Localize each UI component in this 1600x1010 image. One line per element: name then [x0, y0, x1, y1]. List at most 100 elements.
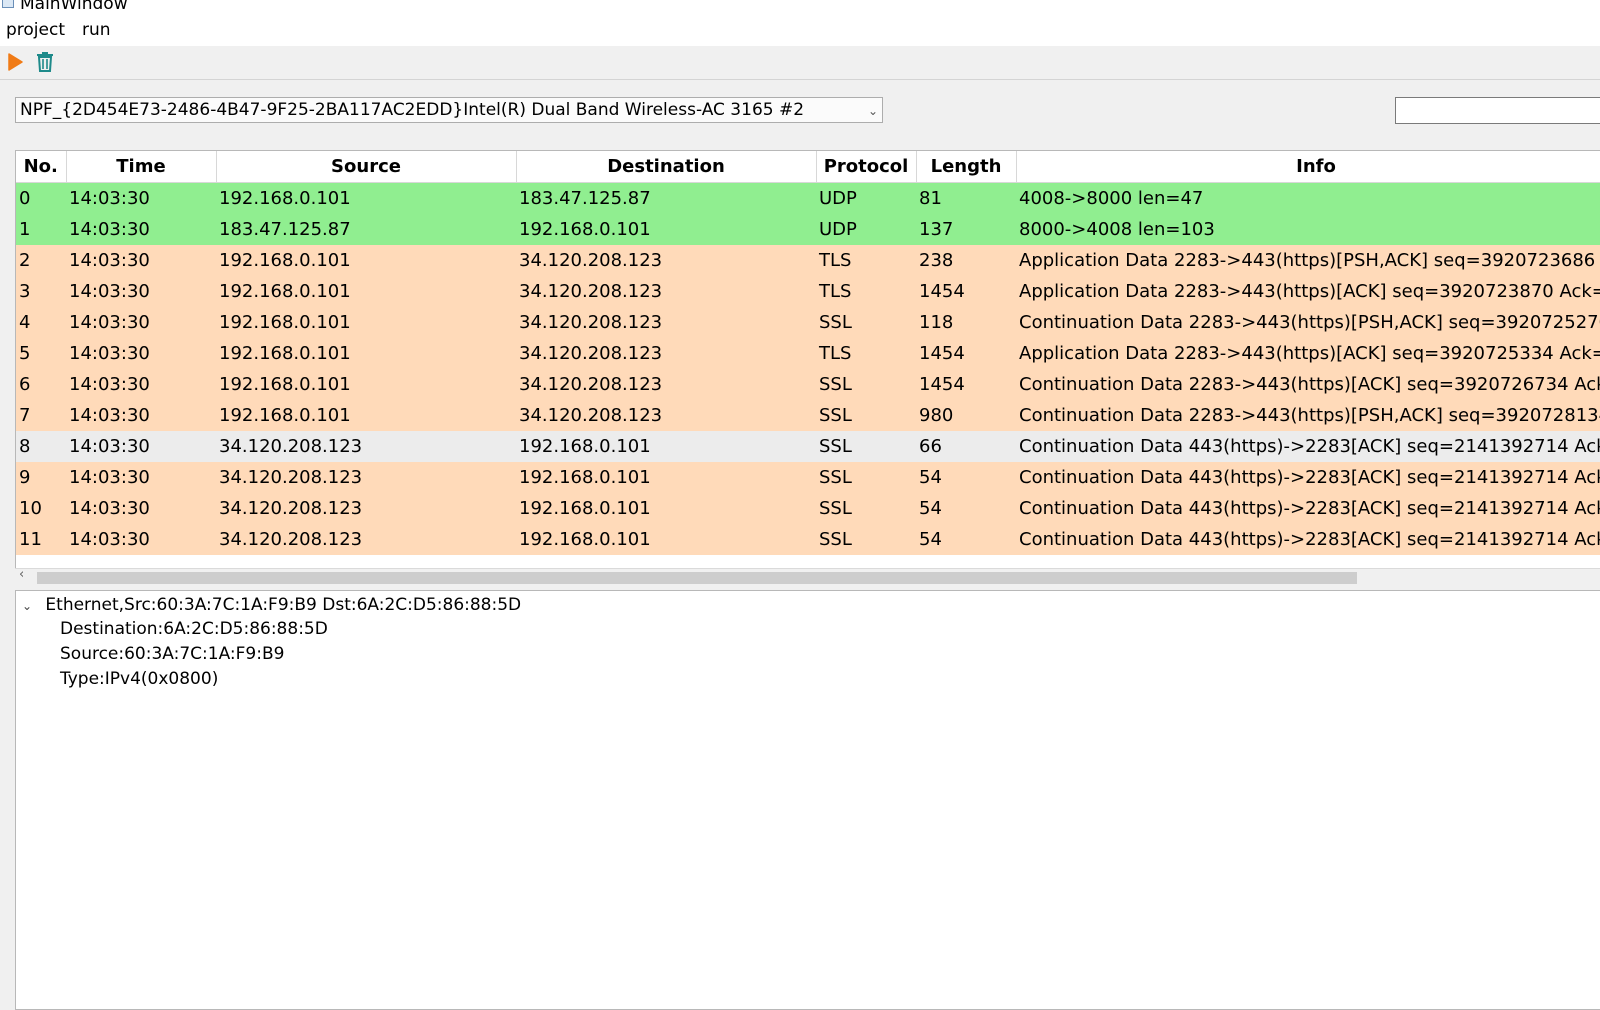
- cell-protocol: UDP: [816, 182, 916, 214]
- table-row[interactable]: 7 14:03:30 192.168.0.101 34.120.208.123 SSL 9…: [16, 400, 1600, 431]
- cell-length: 1454: [916, 369, 1016, 400]
- cell-destination: 34.120.208.123: [516, 307, 816, 338]
- table-row[interactable]: 0 14:03:30 192.168.0.101 183.47.125.87 UDP 81…: [16, 182, 1600, 214]
- device-select[interactable]: NPF_{2D454E73-2486-4B47-9F25-2BA117AC2ED…: [15, 97, 883, 123]
- clear-button[interactable]: [33, 50, 57, 74]
- menu-run[interactable]: run: [80, 20, 113, 40]
- cell-protocol: SSL: [816, 524, 916, 555]
- table-row[interactable]: 8 14:03:30 34.120.208.123 192.168.0.101 SSL 6…: [16, 431, 1600, 462]
- column-header-protocol[interactable]: Protocol: [816, 151, 917, 183]
- table-row[interactable]: 11 14:03:30 34.120.208.123 192.168.0.101 SSL…: [16, 524, 1600, 555]
- cell-source: 192.168.0.101: [216, 400, 516, 431]
- cell-info: Application Data 2283->443(https)[ACK] s…: [1016, 338, 1600, 369]
- column-header-time[interactable]: Time: [66, 151, 217, 183]
- scroll-left-icon[interactable]: ‹: [19, 567, 24, 582]
- cell-no: 3: [16, 276, 66, 307]
- cell-no: 4: [16, 307, 66, 338]
- table-row[interactable]: 2 14:03:30 192.168.0.101 34.120.208.123 TLS 2…: [16, 245, 1600, 276]
- cell-protocol: SSL: [816, 431, 916, 462]
- cell-time: 14:03:30: [66, 182, 216, 214]
- cell-protocol: UDP: [816, 214, 916, 245]
- cell-protocol: SSL: [816, 462, 916, 493]
- column-header-info[interactable]: Info: [1016, 151, 1600, 183]
- cell-source: 192.168.0.101: [216, 338, 516, 369]
- table-row[interactable]: 4 14:03:30 192.168.0.101 34.120.208.123 SSL 1…: [16, 307, 1600, 338]
- cell-no: 7: [16, 400, 66, 431]
- cell-info: Continuation Data 2283->443(https)[PSH,A…: [1016, 400, 1600, 431]
- cell-info: Continuation Data 443(https)->2283[ACK] …: [1016, 431, 1600, 462]
- cell-source: 34.120.208.123: [216, 431, 516, 462]
- cell-no: 9: [16, 462, 66, 493]
- cell-length: 980: [916, 400, 1016, 431]
- cell-source: 192.168.0.101: [216, 182, 516, 214]
- cell-length: 238: [916, 245, 1016, 276]
- cell-no: 0: [16, 182, 66, 214]
- table-row[interactable]: 6 14:03:30 192.168.0.101 34.120.208.123 SSL 1…: [16, 369, 1600, 400]
- cell-info: Continuation Data 2283->443(https)[PSH,A…: [1016, 307, 1600, 338]
- cell-info: 8000->4008 len=103: [1016, 214, 1600, 245]
- cell-no: 6: [16, 369, 66, 400]
- cell-no: 2: [16, 245, 66, 276]
- cell-destination: 34.120.208.123: [516, 369, 816, 400]
- app-icon: [2, 0, 14, 8]
- cell-destination: 34.120.208.123: [516, 338, 816, 369]
- table-row[interactable]: 10 14:03:30 34.120.208.123 192.168.0.101 SSL…: [16, 493, 1600, 524]
- menu-bar: project run: [0, 14, 1600, 46]
- table-row[interactable]: 9 14:03:30 34.120.208.123 192.168.0.101 SSL 5…: [16, 462, 1600, 493]
- cell-destination: 192.168.0.101: [516, 462, 816, 493]
- play-icon: [8, 53, 23, 71]
- tree-node-source[interactable]: Source:60:3A:7C:1A:F9:B9: [60, 644, 284, 664]
- filter-input[interactable]: [1395, 97, 1600, 124]
- cell-info: Continuation Data 2283->443(https)[ACK] …: [1016, 369, 1600, 400]
- start-capture-button[interactable]: [3, 50, 27, 74]
- horizontal-scrollbar[interactable]: ‹: [15, 567, 1600, 585]
- cell-source: 34.120.208.123: [216, 524, 516, 555]
- cell-info: 4008->8000 len=47: [1016, 182, 1600, 214]
- cell-time: 14:03:30: [66, 214, 216, 245]
- cell-destination: 192.168.0.101: [516, 493, 816, 524]
- cell-time: 14:03:30: [66, 493, 216, 524]
- packet-detail-tree: ⌄ Ethernet,Src:60:3A:7C:1A:F9:B9 Dst:6A:…: [15, 590, 1600, 1010]
- menu-project[interactable]: project: [4, 20, 67, 40]
- cell-source: 34.120.208.123: [216, 493, 516, 524]
- device-select-value: NPF_{2D454E73-2486-4B47-9F25-2BA117AC2ED…: [20, 100, 805, 120]
- cell-protocol: SSL: [816, 307, 916, 338]
- tree-node-destination[interactable]: Destination:6A:2C:D5:86:88:5D: [60, 619, 328, 639]
- cell-no: 8: [16, 431, 66, 462]
- window-title: MainWindow: [20, 0, 128, 14]
- table-row[interactable]: 1 14:03:30 183.47.125.87 192.168.0.101 UDP 13…: [16, 214, 1600, 245]
- cell-info: Continuation Data 443(https)->2283[ACK] …: [1016, 524, 1600, 555]
- cell-destination: 192.168.0.101: [516, 214, 816, 245]
- cell-info: Continuation Data 443(https)->2283[ACK] …: [1016, 493, 1600, 524]
- capture-controls: NPF_{2D454E73-2486-4B47-9F25-2BA117AC2ED…: [0, 80, 1600, 144]
- cell-time: 14:03:30: [66, 276, 216, 307]
- cell-length: 54: [916, 493, 1016, 524]
- table-row[interactable]: 3 14:03:30 192.168.0.101 34.120.208.123 TLS 1…: [16, 276, 1600, 307]
- column-header-destination[interactable]: Destination: [516, 151, 817, 183]
- cell-time: 14:03:30: [66, 338, 216, 369]
- column-header-source[interactable]: Source: [216, 151, 517, 183]
- cell-destination: 34.120.208.123: [516, 245, 816, 276]
- cell-source: 192.168.0.101: [216, 276, 516, 307]
- toolbar: [0, 46, 1600, 80]
- column-header-no[interactable]: No.: [16, 151, 67, 183]
- cell-time: 14:03:30: [66, 462, 216, 493]
- cell-source: 192.168.0.101: [216, 369, 516, 400]
- cell-time: 14:03:30: [66, 307, 216, 338]
- cell-no: 11: [16, 524, 66, 555]
- column-header-length[interactable]: Length: [916, 151, 1017, 183]
- cell-source: 192.168.0.101: [216, 307, 516, 338]
- packet-table: No. Time Source Destination Protocol Len…: [15, 150, 1600, 570]
- cell-protocol: SSL: [816, 369, 916, 400]
- cell-time: 14:03:30: [66, 524, 216, 555]
- cell-no: 1: [16, 214, 66, 245]
- cell-length: 1454: [916, 276, 1016, 307]
- cell-length: 118: [916, 307, 1016, 338]
- tree-node-ethernet[interactable]: ⌄ Ethernet,Src:60:3A:7C:1A:F9:B9 Dst:6A:…: [22, 595, 521, 615]
- chevron-down-icon[interactable]: ⌄: [22, 599, 36, 613]
- tree-node-type[interactable]: Type:IPv4(0x0800): [60, 669, 218, 689]
- scrollbar-thumb[interactable]: [37, 572, 1357, 584]
- cell-protocol: SSL: [816, 493, 916, 524]
- table-row[interactable]: 5 14:03:30 192.168.0.101 34.120.208.123 TLS 1…: [16, 338, 1600, 369]
- cell-protocol: TLS: [816, 338, 916, 369]
